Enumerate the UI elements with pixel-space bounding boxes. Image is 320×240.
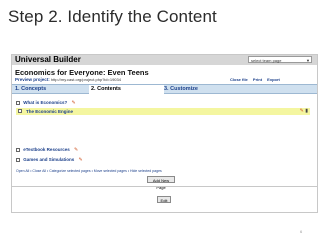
pencil-icon[interactable]: ✎ [79, 157, 83, 163]
list-item[interactable]: The Economic Engine ✎ ▮ [16, 108, 310, 115]
tab-customize[interactable]: 3. Customize [164, 85, 314, 93]
app-window: Universal Builder select team page ▼ Eco… [11, 54, 318, 213]
chevron-down-icon: ▼ [306, 58, 310, 63]
preview-label: Preview project: [15, 77, 50, 82]
section-what-is-economics[interactable]: What is Economics? ✎ [16, 100, 76, 106]
checkbox[interactable] [16, 100, 20, 105]
pencil-icon[interactable]: ✎ [72, 100, 76, 106]
edit-button[interactable]: Edit [157, 196, 171, 203]
checkbox[interactable] [16, 157, 20, 162]
checkbox[interactable] [18, 109, 22, 113]
delete-icon[interactable]: ▮ [305, 108, 308, 114]
add-new-page-button[interactable]: Add New Page [147, 176, 175, 190]
page-number: 6 [300, 229, 303, 234]
checkbox[interactable] [16, 147, 20, 152]
file-actions: Close file Print Export [230, 77, 284, 82]
slide-title: Step 2. Identify the Content [8, 7, 217, 26]
preview-url-link[interactable]: http://my.cast.org/project.php?id=19034 [51, 77, 121, 82]
step-tabs: 1. Concepts 2. Contents 3. Customize [12, 84, 317, 94]
section-games-and-simulations[interactable]: Games and Simulations ✎ [16, 157, 83, 163]
section-etextbook-resources[interactable]: eTextbook Resources ✎ [16, 147, 78, 153]
pencil-icon[interactable]: ✎ [300, 108, 304, 114]
close-file-link[interactable]: Close file [230, 77, 248, 82]
page-label: The Economic Engine [26, 109, 74, 114]
tab-concepts[interactable]: 1. Concepts [15, 85, 87, 93]
section-label: What is Economics? [23, 100, 68, 105]
row-actions: ✎ ▮ [300, 108, 308, 115]
bulk-actions[interactable]: Open All • Close All • Categorize select… [16, 169, 162, 173]
print-link[interactable]: Print [253, 77, 262, 82]
tab-contents[interactable]: 2. Contents [89, 85, 164, 94]
course-title: Economics for Everyone: Even Teens [15, 68, 149, 77]
divider [12, 186, 317, 187]
preview-project-row: Preview project: http://my.cast.org/proj… [15, 77, 121, 82]
section-label: eTextbook Resources [23, 147, 70, 152]
pencil-icon[interactable]: ✎ [74, 147, 78, 153]
app-title: Universal Builder [15, 55, 81, 64]
export-link[interactable]: Export [267, 77, 280, 82]
app-header: Universal Builder select team page ▼ [12, 55, 317, 65]
team-select-value: select team page [251, 58, 282, 63]
section-label: Games and Simulations [23, 157, 75, 162]
team-page-select[interactable]: select team page ▼ [248, 56, 312, 63]
